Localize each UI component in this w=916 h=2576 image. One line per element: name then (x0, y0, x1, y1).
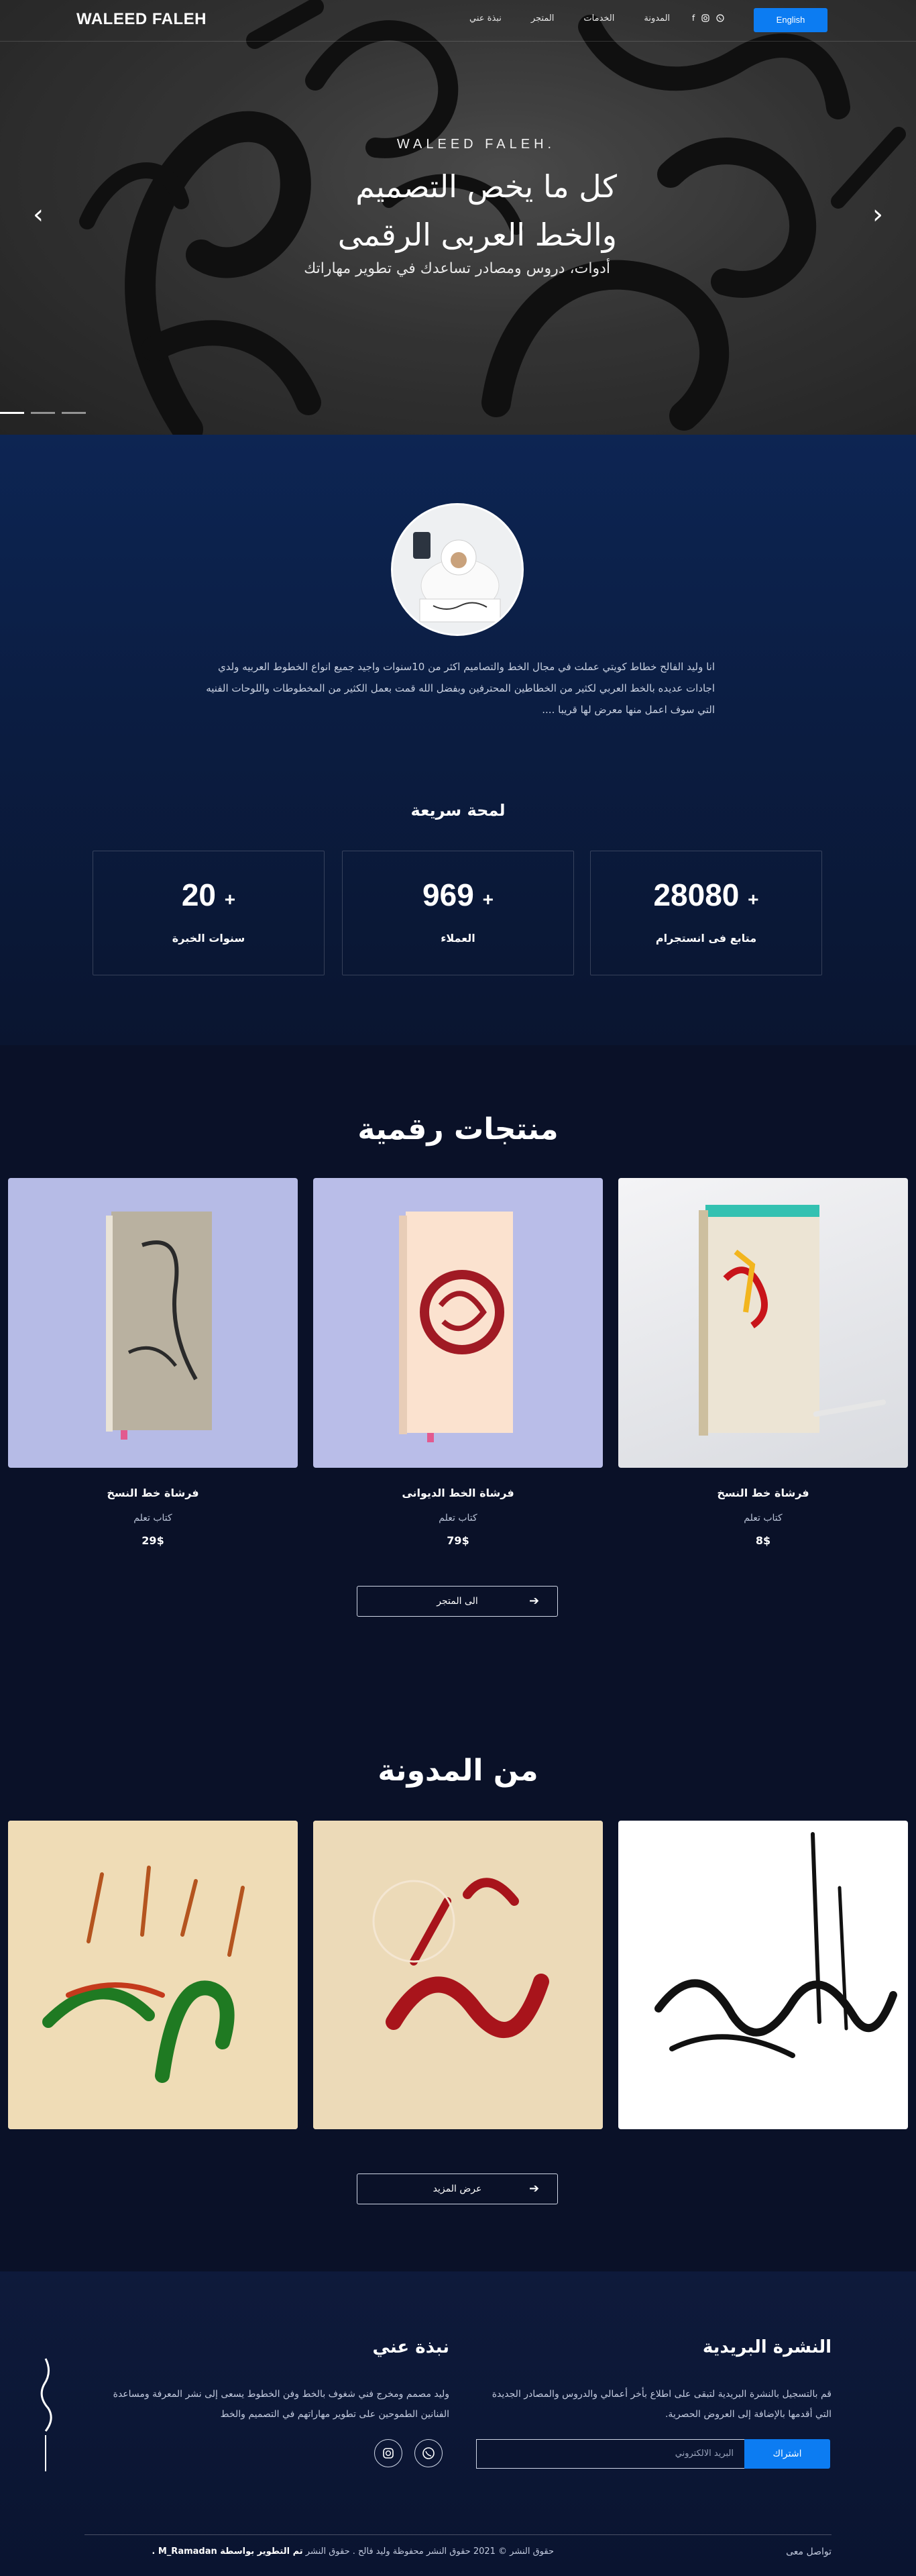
stat-value: 969 + (422, 877, 494, 912)
hero-slider: WALEED FALEH نبذة عني المتجر الخدمات الم… (0, 0, 916, 435)
product-image[interactable] (313, 1178, 603, 1468)
newsletter-text: قم بالتسجيل بالنشرة البريدية لتبقى على ا… (492, 2389, 832, 2420)
blog-post-card[interactable] (313, 1821, 603, 2129)
book-mockup-image (699, 1205, 886, 1436)
product-image[interactable] (8, 1178, 298, 1468)
footer-divider (84, 2534, 832, 2535)
brand-logo[interactable]: WALEED FALEH (76, 10, 207, 29)
stat-card-experience: 20 + سنوات الخبرة (93, 851, 325, 975)
stats-title: لمحة سريعة (410, 801, 506, 820)
products-title: منتجات رقمية (357, 1112, 559, 1146)
nav-link-services[interactable]: الخدمات (583, 13, 614, 23)
stat-value: 28080 + (653, 877, 759, 912)
copyright-text: حقوق النشر © 2021 حقوق النشر محفوظة وليد… (84, 2546, 554, 2557)
whatsapp-icon[interactable] (716, 14, 724, 22)
stat-card-instagram: 28080 + متابع فى انستجرام (590, 851, 822, 975)
nav-links: نبذة عني المتجر الخدمات المدونة (469, 13, 699, 23)
go-to-store-label: الى المتجر (437, 1596, 478, 1607)
whatsapp-icon[interactable] (414, 2439, 443, 2467)
email-input[interactable]: البريد الالكتروني (476, 2439, 744, 2469)
arrow-right-icon: ➔ (529, 2182, 540, 2196)
view-more-label: عرض المزيد (433, 2184, 482, 2194)
blog-post-image (8, 1821, 298, 2129)
stat-label: سنوات الخبرة (172, 932, 245, 945)
slide-indicator-1[interactable] (0, 412, 24, 414)
newsletter-title: النشرة البريدية (702, 2337, 832, 2357)
hero-subtitle: أدوات، دروس ومصادر تساعدك في تطوير مهارا… (304, 260, 610, 277)
book-mockup-image (106, 1212, 212, 1440)
product-name[interactable]: فرشاة الخط الديوانى (313, 1487, 603, 1499)
book-mockup-image (399, 1212, 513, 1442)
nav-link-blog[interactable]: المدونة (644, 13, 670, 23)
blog-post-image (654, 1832, 897, 2058)
footer-about-text: وليد مصمم ومخرج فني شغوف بالخط وفن الخطو… (113, 2389, 449, 2420)
product-card[interactable]: فرشاة الخط الديوانى كتاب تعلم 79$ (313, 1178, 603, 1547)
product-category: كتاب تعلم (439, 1513, 477, 1523)
contact-link[interactable]: تواصل معى (738, 2546, 832, 2557)
calligrapher-photo (393, 505, 522, 634)
products-section: منتجات رقمية فرشاة خط النسخ كتاب تعلم 8$ (0, 1045, 916, 1686)
stat-label: العملاء (441, 932, 475, 945)
hero-kicker: WALEED FALEH. (396, 137, 556, 152)
slider-indicators (0, 412, 86, 414)
product-name[interactable]: فرشاة خط النسخ (618, 1487, 908, 1499)
product-card[interactable]: فرشاة خط النسخ كتاب تعلم 29$ (8, 1178, 298, 1547)
developer-credit[interactable]: تم التطوير بواسطة M_Ramadan . (152, 2546, 302, 2557)
product-name[interactable]: فرشاة خط النسخ (8, 1487, 298, 1499)
view-more-button[interactable]: عرض المزيد ➔ (357, 2174, 558, 2204)
blog-section: من المدونة عرض المزيد ➔ (0, 1686, 916, 2271)
hero-title-line-2: والخط العربى الرقمى (337, 217, 617, 253)
subscribe-button[interactable]: اشتراك (744, 2439, 830, 2469)
blog-title: من المدونة (378, 1754, 538, 1788)
arrow-right-icon: ➔ (529, 1594, 540, 1608)
stat-card-clients: 969 + العملاء (342, 851, 574, 975)
product-price: 8$ (755, 1534, 771, 1547)
site-footer: النشرة البريدية قم بالتسجيل بالنشرة البر… (0, 2271, 916, 2576)
stat-label: متابع فى انستجرام (655, 932, 757, 945)
product-image[interactable] (618, 1178, 908, 1468)
language-toggle-button[interactable]: English (754, 8, 827, 32)
slide-indicator-2[interactable] (31, 412, 55, 414)
signature-logo (40, 2358, 52, 2471)
nav-social-icons: f (692, 13, 724, 23)
hero-title-line-1: كل ما يخص التصميم (355, 168, 617, 205)
instagram-icon[interactable] (374, 2439, 402, 2467)
instagram-icon[interactable] (701, 14, 709, 22)
product-category: كتاب تعلم (133, 1513, 172, 1523)
product-price: 29$ (141, 1534, 164, 1547)
top-navbar: WALEED FALEH نبذة عني المتجر الخدمات الم… (0, 0, 916, 42)
facebook-icon[interactable]: f (692, 13, 695, 23)
chevron-right-icon[interactable]: › (868, 201, 888, 228)
blog-post-card[interactable] (618, 1821, 908, 2129)
nav-link-about[interactable]: نبذة عني (469, 13, 502, 23)
chevron-left-icon[interactable]: ‹ (28, 201, 48, 228)
copyright-prefix: حقوق النشر © 2021 حقوق النشر محفوظة وليد… (305, 2546, 554, 2557)
blog-post-card[interactable] (8, 1821, 298, 2129)
stat-value: 20 + (181, 877, 236, 912)
footer-about-title: نبذة عني (372, 2337, 449, 2357)
go-to-store-button[interactable]: الى المتجر ➔ (357, 1586, 558, 1617)
about-section: انا وليد الفالح خطاط كويتي عملت في مجال … (0, 435, 916, 1045)
hero-title: كل ما يخص التصميم والخط العربى الرقمى (241, 162, 617, 259)
product-price: 79$ (447, 1534, 469, 1547)
nav-link-store[interactable]: المتجر (531, 13, 555, 23)
slide-indicator-3[interactable] (62, 412, 86, 414)
about-text: انا وليد الفالح خطاط كويتي عملت في مجال … (206, 661, 715, 716)
avatar (391, 503, 524, 636)
blog-post-image (313, 1821, 603, 2129)
product-card[interactable]: فرشاة خط النسخ كتاب تعلم 8$ (618, 1178, 908, 1547)
product-category: كتاب تعلم (744, 1513, 783, 1523)
